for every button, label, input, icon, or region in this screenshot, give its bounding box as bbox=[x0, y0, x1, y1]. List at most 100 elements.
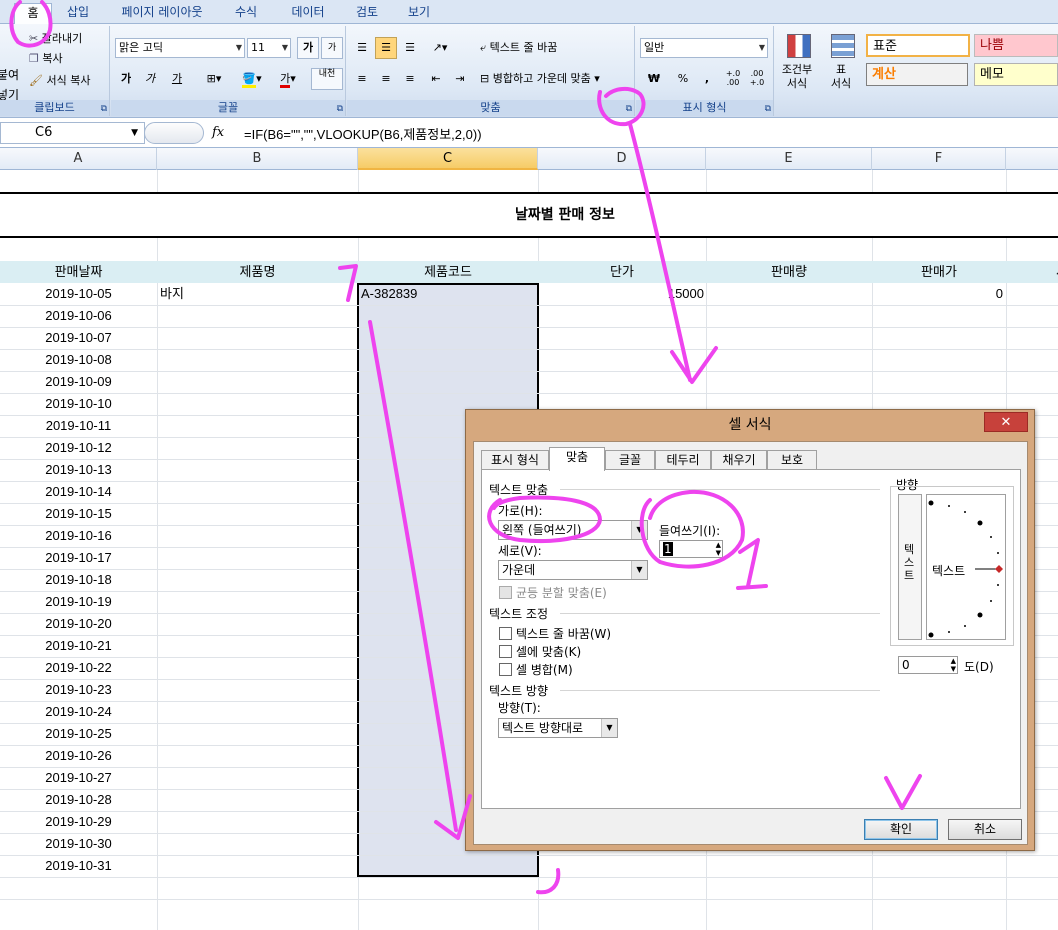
percent-button[interactable]: % bbox=[672, 68, 694, 90]
tab-formulas[interactable]: 수식 bbox=[224, 3, 268, 24]
style-calc[interactable]: 계산 bbox=[866, 63, 968, 86]
dialog-tab-font[interactable]: 글꼴 bbox=[605, 450, 655, 470]
wrap-text-checkbox[interactable] bbox=[499, 627, 512, 640]
font-color-button[interactable]: 가▾ bbox=[271, 68, 305, 90]
orientation-dial[interactable]: 텍스트 bbox=[926, 494, 1006, 640]
date-cell[interactable]: 2019-10-28 bbox=[0, 789, 157, 811]
ok-button[interactable]: 확인 bbox=[864, 819, 938, 840]
tab-review[interactable]: 검토 bbox=[346, 3, 388, 24]
align-top-button[interactable]: ☰ bbox=[351, 37, 373, 59]
date-cell[interactable]: 2019-10-24 bbox=[0, 701, 157, 723]
insert-function-button[interactable]: fx bbox=[212, 125, 224, 140]
tab-page-layout[interactable]: 페이지 레이아웃 bbox=[108, 3, 216, 24]
column-header-f[interactable]: F bbox=[872, 148, 1006, 170]
column-header-g[interactable] bbox=[1006, 148, 1058, 170]
date-cell[interactable]: 2019-10-11 bbox=[0, 415, 157, 437]
merge-cells-checkbox[interactable] bbox=[499, 663, 512, 676]
date-cell[interactable]: 2019-10-30 bbox=[0, 833, 157, 855]
shrink-to-fit-checkbox[interactable] bbox=[499, 645, 512, 658]
number-launcher-icon[interactable]: ⧉ bbox=[765, 104, 771, 114]
tab-data[interactable]: 데이터 bbox=[280, 3, 336, 24]
cut-button[interactable]: ✂ 잘라내기 bbox=[28, 28, 104, 50]
header-cell[interactable]: 제품명 bbox=[157, 261, 358, 283]
vertical-text-button[interactable]: 텍스트 bbox=[898, 494, 922, 640]
column-header-e[interactable]: E bbox=[706, 148, 872, 170]
style-bad[interactable]: 나쁨 bbox=[974, 34, 1058, 57]
header-cell[interactable]: 판매날짜 bbox=[0, 261, 157, 283]
date-cell[interactable]: 2019-10-06 bbox=[0, 305, 157, 327]
date-cell[interactable]: 2019-10-31 bbox=[0, 855, 157, 877]
cancel-button[interactable]: 취소 bbox=[948, 819, 1022, 840]
format-painter-button[interactable]: 🖌 서식 복사 bbox=[28, 70, 106, 92]
font-launcher-icon[interactable]: ⧉ bbox=[337, 104, 343, 114]
dialog-tab-fill[interactable]: 채우기 bbox=[711, 450, 767, 470]
decrease-decimal-button[interactable]: .00 +.0 bbox=[746, 68, 768, 90]
date-cell[interactable]: 2019-10-26 bbox=[0, 745, 157, 767]
merge-center-button[interactable]: ⊟ 병합하고 가운데 맞춤 ▾ bbox=[479, 68, 629, 90]
date-cell[interactable]: 2019-10-16 bbox=[0, 525, 157, 547]
vertical-select[interactable]: 가운데 ▼ bbox=[498, 560, 648, 580]
clipboard-launcher-icon[interactable]: ⧉ bbox=[101, 104, 107, 114]
date-cell[interactable]: 2019-10-22 bbox=[0, 657, 157, 679]
date-cell[interactable]: 2019-10-08 bbox=[0, 349, 157, 371]
indent-spinner[interactable]: 1 ▲ ▼ bbox=[659, 540, 723, 558]
style-normal[interactable]: 표준 bbox=[866, 34, 970, 57]
header-cell[interactable]: 판매가 bbox=[872, 261, 1006, 283]
date-cell[interactable]: 2019-10-21 bbox=[0, 635, 157, 657]
column-header-b[interactable]: B bbox=[157, 148, 358, 170]
date-cell[interactable]: 2019-10-13 bbox=[0, 459, 157, 481]
column-header-d[interactable]: D bbox=[538, 148, 706, 170]
increase-indent-button[interactable]: ⇥ bbox=[449, 68, 471, 90]
date-cell[interactable]: 2019-10-27 bbox=[0, 767, 157, 789]
shrink-font-button[interactable]: 가 bbox=[321, 37, 343, 59]
date-cell[interactable]: 2019-10-18 bbox=[0, 569, 157, 591]
align-right-button[interactable]: ≡ bbox=[399, 68, 421, 90]
orientation-button[interactable]: ↗▾ bbox=[425, 37, 455, 59]
fill-color-button[interactable]: 🪣▾ bbox=[235, 68, 269, 90]
date-cell[interactable]: 2019-10-07 bbox=[0, 327, 157, 349]
copy-button[interactable]: ❐ 복사 bbox=[28, 48, 88, 70]
style-memo[interactable]: 메모 bbox=[974, 63, 1058, 86]
close-button[interactable]: ✕ bbox=[984, 412, 1028, 432]
date-cell[interactable]: 2019-10-05 bbox=[0, 283, 157, 305]
dialog-tab-alignment[interactable]: 맞춤 bbox=[549, 447, 605, 471]
wrap-text-button[interactable]: ⤶ 텍스트 줄 바꿈 bbox=[479, 37, 589, 59]
paste-button[interactable]: 붙여넣기 bbox=[0, 64, 24, 102]
date-cell[interactable]: 2019-10-19 bbox=[0, 591, 157, 613]
spinner-arrows-icon[interactable]: ▲ ▼ bbox=[951, 657, 956, 673]
degrees-spinner[interactable]: 0 ▲ ▼ bbox=[898, 656, 958, 674]
border-button[interactable]: ⊞▾ bbox=[199, 68, 229, 90]
spinner-arrows-icon[interactable]: ▲ ▼ bbox=[716, 541, 721, 557]
name-box[interactable]: C6 ▼ bbox=[0, 122, 145, 144]
dialog-tab-protection[interactable]: 보호 bbox=[767, 450, 817, 470]
bold-button[interactable]: 가 bbox=[115, 68, 137, 90]
header-cell[interactable]: 판매량 bbox=[706, 261, 872, 283]
tab-insert[interactable]: 삽입 bbox=[58, 3, 98, 24]
dialog-tab-number[interactable]: 표시 형식 bbox=[481, 450, 549, 470]
sale-cell[interactable]: 0 bbox=[872, 283, 1003, 305]
dialog-tab-border[interactable]: 테두리 bbox=[655, 450, 711, 470]
tab-view[interactable]: 보기 bbox=[396, 3, 442, 24]
italic-button[interactable]: 가 bbox=[139, 68, 161, 90]
header-cell[interactable]: 제품코드 bbox=[358, 261, 538, 283]
align-left-button[interactable]: ≡ bbox=[351, 68, 373, 90]
column-header-a[interactable]: A bbox=[0, 148, 157, 170]
distributed-checkbox[interactable] bbox=[499, 586, 512, 599]
code-cell[interactable]: A-382839 bbox=[361, 283, 531, 305]
date-cell[interactable]: 2019-10-25 bbox=[0, 723, 157, 745]
align-middle-button[interactable]: ☰ bbox=[375, 37, 397, 59]
date-cell[interactable]: 2019-10-15 bbox=[0, 503, 157, 525]
tab-home[interactable]: 홈 bbox=[14, 3, 52, 24]
phonetic-button[interactable]: 내천 bbox=[311, 68, 343, 90]
decrease-indent-button[interactable]: ⇤ bbox=[425, 68, 447, 90]
currency-button[interactable]: ₩ bbox=[640, 68, 668, 90]
grow-font-button[interactable]: 가 bbox=[297, 37, 319, 59]
increase-decimal-button[interactable]: +.0 .00 bbox=[722, 68, 744, 90]
formula-input[interactable]: =IF(B6="","",VLOOKUP(B6,제품정보,2,0)) bbox=[244, 124, 482, 143]
font-size-combo[interactable]: 11 ▼ bbox=[247, 38, 291, 58]
header-cell[interactable]: 세 bbox=[1006, 261, 1058, 283]
horizontal-select[interactable]: 왼쪽 (들여쓰기) ▼ bbox=[498, 520, 648, 540]
align-center-button[interactable]: ≡ bbox=[375, 68, 397, 90]
product-cell[interactable]: 바지 bbox=[160, 283, 350, 305]
direction-select[interactable]: 텍스트 방향대로 ▼ bbox=[498, 718, 618, 738]
